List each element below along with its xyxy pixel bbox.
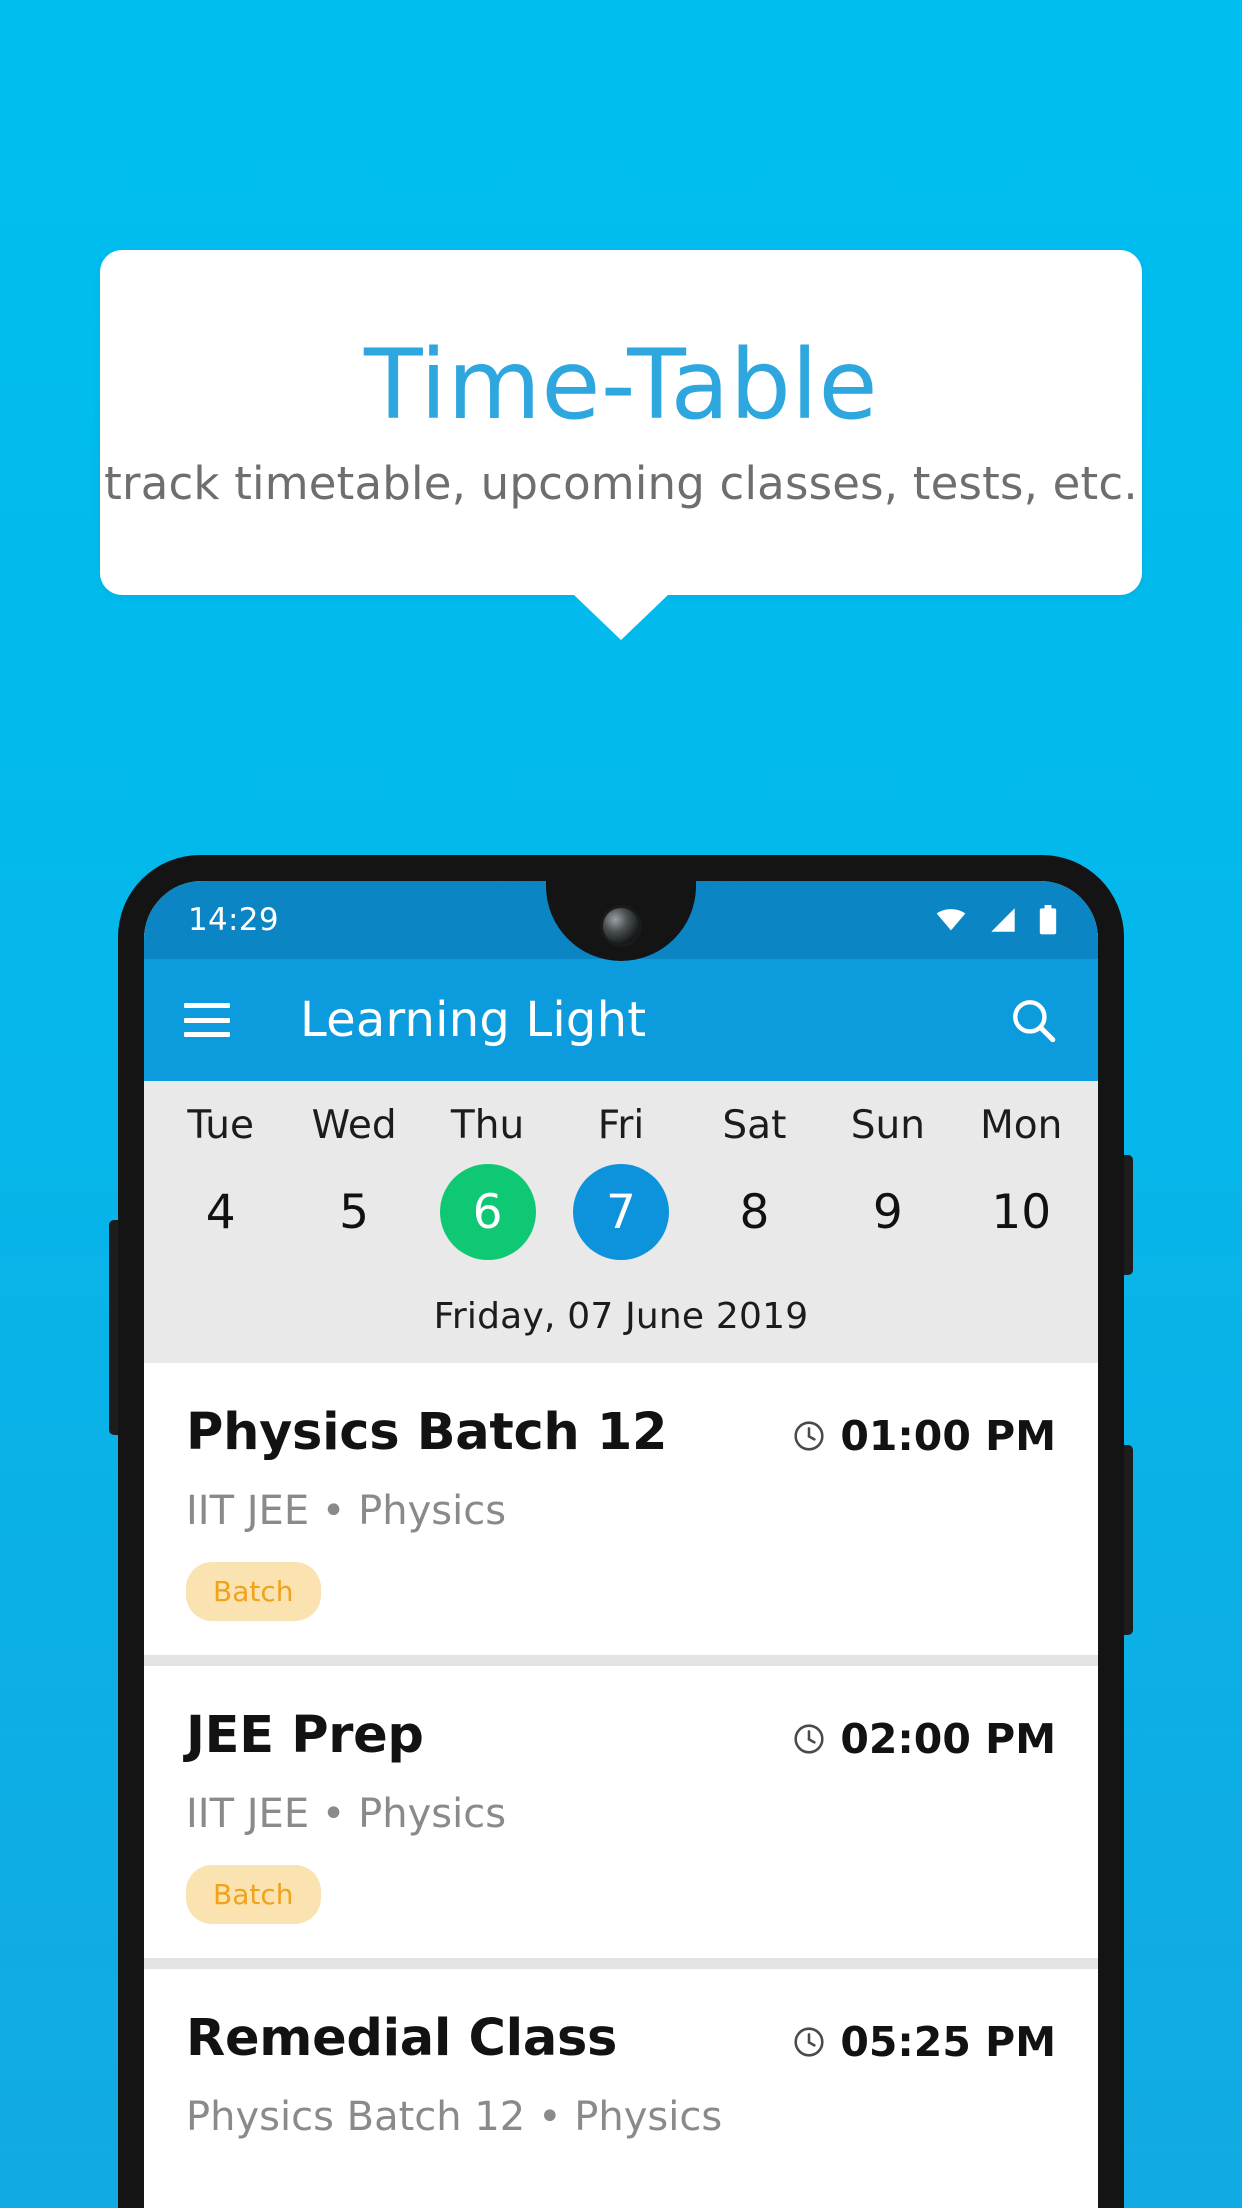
event-title: Remedial Class [186,2009,618,2068]
day-cell-sun[interactable]: Sun 9 [821,1081,954,1296]
app-title: Learning Light [300,992,647,1048]
day-number: 7 [606,1184,636,1240]
day-cell-tue[interactable]: Tue 4 [154,1081,287,1296]
promo-callout-tail [573,594,669,640]
event-header: Remedial Class 05:25 PM [186,2009,1056,2068]
event-time-group: 02:00 PM [792,1706,1056,1763]
hamburger-menu-icon[interactable] [184,1003,230,1037]
day-name: Fri [597,1103,645,1148]
day-strip-days: Tue 4 Wed 5 Thu 6 Fri 7 Sat 8 Sun 9 Mon … [144,1081,1098,1296]
day-number: 5 [339,1184,370,1240]
day-number: 8 [739,1184,770,1240]
event-time-group: 05:25 PM [792,2009,1056,2066]
day-number-wrap-selected: 7 [572,1164,669,1260]
day-number-wrap: 9 [840,1164,936,1260]
event-time: 01:00 PM [840,1412,1056,1460]
day-strip: Tue 4 Wed 5 Thu 6 Fri 7 Sat 8 Sun 9 Mon … [144,1081,1098,1363]
signal-icon [991,908,1015,932]
day-cell-thu[interactable]: Thu 6 [421,1081,554,1296]
day-number-wrap: 5 [306,1164,402,1260]
day-cell-mon[interactable]: Mon 10 [955,1081,1088,1296]
phone-screen: 14:29 Learning Light Tue 4 Wed 5 Thu 6 F… [144,881,1098,2208]
event-card[interactable]: JEE Prep 02:00 PM IIT JEE • Physics Batc… [144,1666,1098,1958]
event-card[interactable]: Physics Batch 12 01:00 PM IIT JEE • Phys… [144,1363,1098,1655]
search-icon[interactable] [1008,995,1058,1045]
day-name: Thu [450,1103,525,1148]
event-header: Physics Batch 12 01:00 PM [186,1403,1056,1462]
event-subtitle: IIT JEE • Physics [186,1488,507,1534]
event-subtitle: IIT JEE • Physics [186,1791,507,1837]
status-bar-icons [934,905,1058,935]
clock-icon [794,2027,824,2057]
day-number: 9 [872,1184,903,1240]
event-header: JEE Prep 02:00 PM [186,1706,1056,1765]
day-name: Wed [311,1103,397,1148]
promo-title: Time-Table [363,328,878,441]
day-number-wrap: 8 [706,1164,802,1260]
phone-mockup: 14:29 Learning Light Tue 4 Wed 5 Thu 6 F… [109,855,1133,2208]
day-cell-fri[interactable]: Fri 7 [554,1081,687,1296]
day-name: Mon [980,1103,1063,1148]
day-name: Sun [850,1103,925,1148]
day-number: 10 [991,1184,1052,1240]
day-name: Tue [187,1103,255,1148]
event-subtitle: Physics Batch 12 • Physics [186,2094,723,2140]
events-list: Physics Batch 12 01:00 PM IIT JEE • Phys… [144,1363,1098,2174]
day-number-wrap-today: 6 [439,1164,536,1260]
event-type-badge: Batch [186,1865,321,1924]
day-name: Sat [722,1103,787,1148]
selected-date-label: Friday, 07 June 2019 [144,1296,1098,1363]
event-time: 05:25 PM [840,2018,1056,2066]
day-number: 6 [472,1184,503,1240]
phone-body: 14:29 Learning Light Tue 4 Wed 5 Thu 6 F… [118,855,1124,2208]
clock-icon [794,1421,824,1451]
event-card[interactable]: Remedial Class 05:25 PM Physics Batch 12… [144,1969,1098,2174]
day-cell-sat[interactable]: Sat 8 [688,1081,821,1296]
promo-subtitle: track timetable, upcoming classes, tests… [104,457,1138,511]
battery-icon [1039,905,1057,935]
event-type-badge: Batch [186,1562,321,1621]
day-number: 4 [205,1184,236,1240]
event-title: Physics Batch 12 [186,1403,668,1462]
status-bar: 14:29 [144,881,1098,959]
clock-icon [794,1724,824,1754]
day-cell-wed[interactable]: Wed 5 [287,1081,420,1296]
event-time: 02:00 PM [840,1715,1056,1763]
event-time-group: 01:00 PM [792,1403,1056,1460]
status-bar-clock: 14:29 [188,902,279,938]
app-bar: Learning Light [144,959,1098,1081]
day-number-wrap: 4 [173,1164,269,1260]
promo-callout-card: Time-Table track timetable, upcoming cla… [100,250,1142,595]
event-title: JEE Prep [186,1706,424,1765]
day-number-wrap: 10 [973,1164,1069,1260]
wifi-icon [936,909,966,931]
